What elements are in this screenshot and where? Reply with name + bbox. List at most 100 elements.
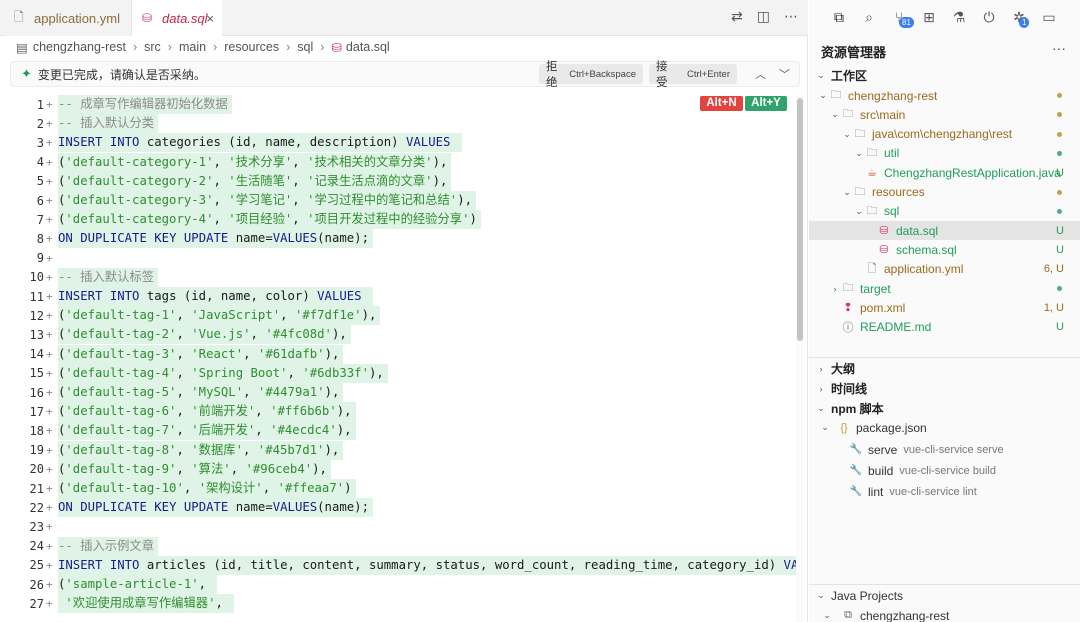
- chevron-down-icon: ⌄: [843, 128, 851, 139]
- tree-item[interactable]: ⌄ 🗀 util: [809, 144, 1080, 163]
- breadcrumb-item[interactable]: data.sql: [346, 40, 390, 54]
- code-line[interactable]: 25 + INSERT INTO articles (id, title, cont…: [0, 555, 796, 575]
- code-line[interactable]: 4 + ('default-category-1', '技术分享', '技术相关的文…: [0, 152, 796, 172]
- code-line[interactable]: 24 + -- 插入示例文章: [0, 536, 796, 556]
- code-line[interactable]: 9 +: [0, 249, 796, 268]
- folder-icon: 🗀: [830, 89, 842, 101]
- added-line-marker: +: [46, 366, 53, 380]
- script-name: build: [868, 463, 894, 478]
- code-line[interactable]: 3 + INSERT INTO categories (id, name, desc…: [0, 133, 796, 153]
- code-line[interactable]: 2 + -- 插入默认分类: [0, 114, 796, 134]
- code-line[interactable]: 27 + '欢迎使用成章写作编辑器',: [0, 594, 796, 614]
- extensions-icon[interactable]: ⊞: [921, 9, 937, 26]
- line-number: 5: [36, 174, 44, 189]
- code-line[interactable]: 14 + ('default-tag-3', 'React', '#61dafb')…: [0, 344, 796, 364]
- code-line[interactable]: 11 + INSERT INTO tags (id, name, color) VA…: [0, 287, 796, 306]
- java-project-item[interactable]: ⌄ ⧉ chengzhang-rest: [809, 606, 1080, 622]
- code-line[interactable]: 17 + ('default-tag-6', '前端开发', '#ff6b6b'),: [0, 402, 796, 422]
- more-actions-icon[interactable]: ⋯: [784, 8, 798, 25]
- tab-application-yml[interactable]: 🗋 application.yml: [4, 0, 132, 36]
- tree-item[interactable]: ☕ ChengzhangRestApplication.java U: [809, 163, 1080, 182]
- more-icon[interactable]: ···: [1052, 40, 1066, 56]
- remote-icon[interactable]: ▭: [1041, 9, 1057, 26]
- code-line[interactable]: 19 + ('default-tag-8', '数据库', '#45b7d1'),: [0, 440, 796, 460]
- sidebar-section[interactable]: › 时间线: [809, 379, 1080, 398]
- chevron-down-icon[interactable]: ﹀: [779, 66, 790, 82]
- git-status: U: [1056, 243, 1064, 256]
- accept-hint-badge[interactable]: Alt+Y: [745, 96, 787, 111]
- compare-icon[interactable]: ⇄: [731, 8, 743, 25]
- npm-package-row[interactable]: ⌄ {} package.json: [809, 418, 1080, 437]
- npm-script-item[interactable]: 🔧 lint vue-cli-service lint: [809, 482, 1080, 501]
- modified-dot: [1057, 112, 1062, 118]
- flask-icon[interactable]: ⚗: [951, 9, 967, 26]
- tree-item[interactable]: ⌄ 🗀 chengzhang-rest: [809, 86, 1080, 105]
- breadcrumb-item[interactable]: sql: [297, 40, 313, 54]
- code-text: ('default-tag-9', '算法', '#96ceb4'),: [58, 459, 331, 479]
- tree-item[interactable]: ⛁ schema.sql U: [809, 240, 1080, 259]
- breadcrumb-item[interactable]: resources: [224, 40, 279, 54]
- sidebar-section[interactable]: ⌄ npm 脚本: [809, 399, 1080, 418]
- split-editor-icon[interactable]: ◫: [757, 8, 770, 25]
- tree-item[interactable]: ⌄ 🗀 sql: [809, 202, 1080, 221]
- accept-button[interactable]: 接受 Ctrl+Enter: [649, 61, 737, 89]
- reject-hint-badge[interactable]: Alt+N: [700, 96, 743, 111]
- breadcrumb-item[interactable]: main: [179, 40, 206, 54]
- line-number: 2: [36, 116, 44, 131]
- info-icon: ⓘ: [842, 322, 854, 335]
- code-line[interactable]: 6 + ('default-category-3', '学习笔记', '学习过程中的…: [0, 191, 796, 210]
- tree-item[interactable]: 🗋 application.yml 6, U: [809, 260, 1080, 279]
- code-line[interactable]: 13 + ('default-tag-2', 'Vue.js', '#4fc08d'…: [0, 325, 796, 345]
- code-line[interactable]: 21 + ('default-tag-10', '架构设计', '#ffeaa7'): [0, 479, 796, 498]
- tree-item[interactable]: ❢ pom.xml 1, U: [809, 298, 1080, 317]
- added-line-marker: +: [46, 520, 53, 534]
- added-line-marker: +: [46, 462, 53, 476]
- code-line[interactable]: 18 + ('default-tag-7', '后端开发', '#4ecdc4'),: [0, 421, 796, 441]
- code-line[interactable]: 1 + -- 成章写作编辑器初始化数据: [0, 95, 796, 114]
- code-line[interactable]: 22 + ON DUPLICATE KEY UPDATE name=VALUES(n…: [0, 498, 796, 518]
- code-line[interactable]: 26 + ('sample-article-1',: [0, 575, 796, 594]
- tab-data-sql[interactable]: ⛁ data.sql ×: [132, 0, 222, 36]
- close-icon[interactable]: ×: [206, 11, 214, 26]
- line-number: 10: [29, 270, 44, 285]
- files-icon[interactable]: ⧉: [831, 9, 847, 26]
- power-icon[interactable]: ⏻: [981, 9, 997, 26]
- tree-item[interactable]: ⓘ README.md U: [809, 318, 1080, 337]
- tree-item[interactable]: ⛁ data.sql U: [809, 221, 1080, 241]
- code-line[interactable]: 5 + ('default-category-2', '生活随笔', '记录生活点滴…: [0, 171, 796, 191]
- breadcrumb-item[interactable]: src: [144, 40, 161, 54]
- java-projects-section[interactable]: ⌄ Java Projects: [809, 586, 1080, 605]
- workspace-section[interactable]: ⌄ 工作区: [809, 66, 1080, 85]
- tree-item[interactable]: ⌄ 🗀 resources: [809, 183, 1080, 202]
- code-editor[interactable]: 1 + -- 成章写作编辑器初始化数据 2 + -- 插入默认分类 3 + INSERT INT…: [0, 95, 796, 622]
- search-icon[interactable]: ⌕: [861, 9, 877, 26]
- code-line[interactable]: 7 + ('default-category-4', '项目经验', '项目开发过程…: [0, 210, 796, 230]
- npm-script-item[interactable]: 🔧 build vue-cli-service build: [809, 461, 1080, 480]
- debug-icon[interactable]: ✲ 1: [1011, 9, 1030, 28]
- tree-item[interactable]: ⌄ 🗀 src\main: [809, 105, 1080, 124]
- modified-dot: [1057, 286, 1062, 291]
- reject-button[interactable]: 拒绝 Ctrl+Backspace: [539, 61, 643, 89]
- tree-item-label: chengzhang-rest: [848, 88, 938, 103]
- tree-item[interactable]: › 🗀 target: [809, 279, 1080, 298]
- code-line[interactable]: 15 + ('default-tag-4', 'Spring Boot', '#6d…: [0, 363, 796, 383]
- code-line[interactable]: 10 + -- 插入默认标签: [0, 267, 796, 287]
- code-line[interactable]: 20 + ('default-tag-9', '算法', '#96ceb4'),: [0, 459, 796, 479]
- sidebar-section[interactable]: › 大纲: [809, 359, 1080, 378]
- chevron-up-icon[interactable]: ︿: [755, 66, 766, 82]
- tree-item[interactable]: ⌄ 🗀 java\com\chengzhang\rest: [809, 125, 1080, 144]
- npm-script-item[interactable]: 🔧 serve vue-cli-service serve: [809, 440, 1080, 459]
- breadcrumb: ▤ chengzhang-rest › src › main › resources ›…: [16, 40, 390, 55]
- code-text: ('default-tag-1', 'JavaScript', '#f7df1e…: [58, 306, 381, 326]
- source-control-icon[interactable]: ⑂ 81: [891, 9, 914, 28]
- breadcrumb-item[interactable]: chengzhang-rest: [33, 40, 126, 54]
- code-line[interactable]: 16 + ('default-tag-5', 'MySQL', '#4479a1')…: [0, 383, 796, 402]
- code-line[interactable]: 23 +: [0, 517, 796, 536]
- modified-dot: [1057, 131, 1062, 137]
- scrollbar-thumb[interactable]: [797, 98, 803, 341]
- line-number: 13: [29, 327, 44, 342]
- code-line[interactable]: 12 + ('default-tag-1', 'JavaScript', '#f7d…: [0, 306, 796, 326]
- added-line-marker: +: [46, 386, 53, 399]
- code-line[interactable]: 8 + ON DUPLICATE KEY UPDATE name=VALUES(na…: [0, 229, 796, 249]
